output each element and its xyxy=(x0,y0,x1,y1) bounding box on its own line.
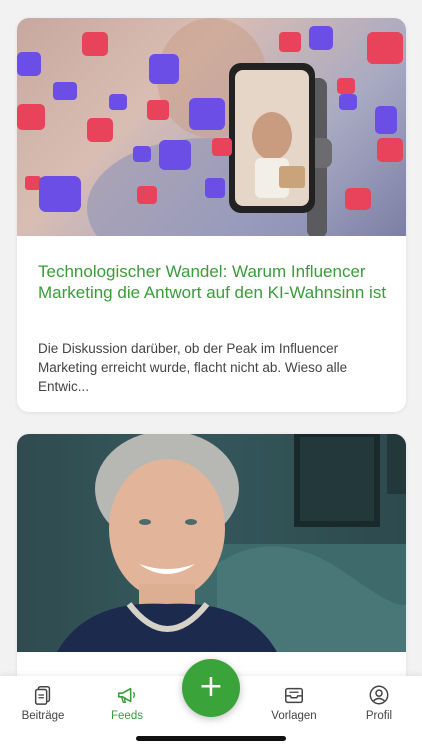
tab-vorlagen[interactable]: Vorlagen xyxy=(259,684,329,722)
inbox-tray-icon xyxy=(285,687,303,704)
tab-label: Beiträge xyxy=(21,710,65,722)
tab-label: Feeds xyxy=(111,710,143,722)
post-excerpt: Die Diskussion darüber, ob der Peak im I… xyxy=(38,341,348,394)
post-image xyxy=(17,434,406,652)
tab-label: Profil xyxy=(365,710,393,722)
post-card[interactable]: Technologischer Wandel: Warum Influencer… xyxy=(17,18,406,412)
user-circle-icon xyxy=(369,685,389,705)
tab-feeds[interactable]: Feeds xyxy=(92,684,162,722)
post-title[interactable]: Technologischer Wandel: Warum Influencer… xyxy=(38,261,388,303)
megaphone-icon xyxy=(117,687,136,704)
tab-label: Vorlagen xyxy=(271,710,317,722)
portrait-photo-illustration xyxy=(57,434,406,652)
feed-list: Technologischer Wandel: Warum Influencer… xyxy=(0,0,422,750)
post-image xyxy=(17,18,406,236)
documents-icon xyxy=(34,686,51,705)
tab-profil[interactable]: Profil xyxy=(344,684,414,722)
create-post-button[interactable]: + xyxy=(182,659,240,717)
influencer-photo-illustration xyxy=(17,18,403,236)
home-indicator xyxy=(136,736,286,741)
tab-beitraege[interactable]: Beiträge xyxy=(8,684,78,722)
